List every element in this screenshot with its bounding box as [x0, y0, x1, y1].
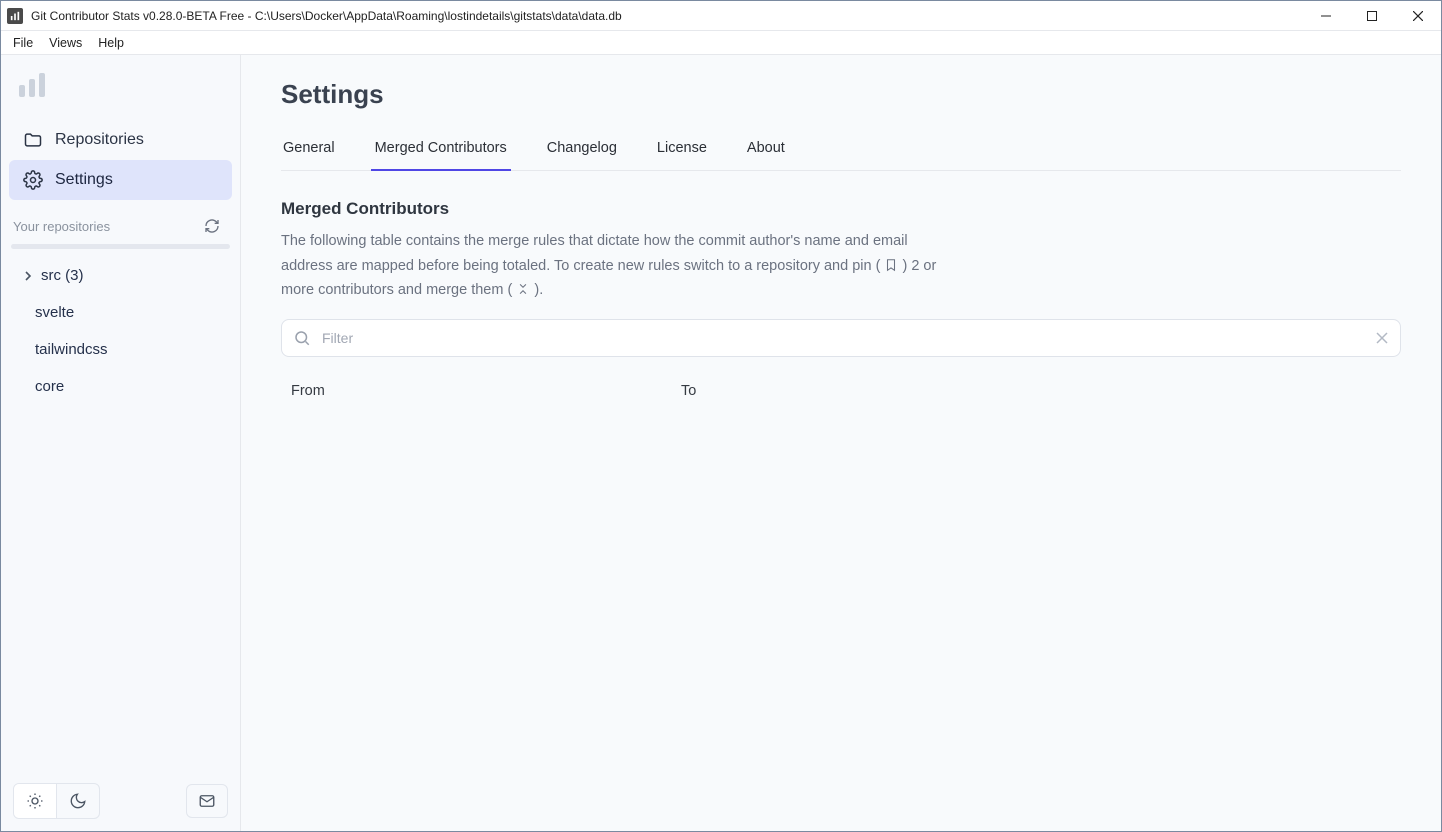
- folder-icon: [23, 130, 43, 150]
- menu-help[interactable]: Help: [90, 34, 132, 52]
- repo-item-svelte[interactable]: svelte: [9, 294, 232, 331]
- refresh-icon[interactable]: [204, 218, 220, 234]
- chevron-right-icon: [21, 269, 35, 283]
- tab-changelog[interactable]: Changelog: [545, 132, 619, 170]
- window-title: Git Contributor Stats v0.28.0-BETA Free …: [31, 9, 622, 23]
- section-description: The following table contains the merge r…: [281, 229, 961, 303]
- sidebar-item-repositories[interactable]: Repositories: [9, 120, 232, 160]
- settings-tabs: General Merged Contributors Changelog Li…: [281, 132, 1401, 171]
- mail-icon: [198, 792, 216, 810]
- tab-general[interactable]: General: [281, 132, 337, 170]
- sidebar: Repositories Settings Your repositories …: [1, 55, 241, 831]
- search-icon: [293, 329, 311, 347]
- repo-item-core[interactable]: core: [9, 368, 232, 405]
- repo-label: core: [35, 378, 64, 395]
- column-from[interactable]: From: [291, 383, 681, 399]
- clear-icon[interactable]: [1375, 331, 1389, 345]
- sun-icon: [26, 792, 44, 810]
- logo-icon: [9, 67, 232, 120]
- tab-about[interactable]: About: [745, 132, 787, 170]
- menubar: File Views Help: [1, 31, 1441, 55]
- filter-input[interactable]: [281, 319, 1401, 357]
- sidebar-item-label: Repositories: [55, 131, 144, 149]
- your-repositories-label: Your repositories: [13, 219, 110, 234]
- main-content: Settings General Merged Contributors Cha…: [241, 55, 1441, 831]
- menu-file[interactable]: File: [5, 34, 41, 52]
- tab-merged-contributors[interactable]: Merged Contributors: [373, 132, 509, 170]
- sidebar-item-label: Settings: [55, 171, 113, 189]
- moon-icon: [69, 792, 87, 810]
- app-icon: [7, 8, 23, 24]
- merge-icon: [516, 282, 530, 296]
- sidebar-item-settings[interactable]: Settings: [9, 160, 232, 200]
- table-header: From To: [281, 383, 1401, 399]
- repo-item-tailwindcss[interactable]: tailwindcss: [9, 331, 232, 368]
- repo-group-src[interactable]: src (3): [9, 257, 232, 294]
- repo-label: tailwindcss: [35, 341, 108, 358]
- bookmark-icon: [884, 258, 898, 272]
- minimize-button[interactable]: [1303, 1, 1349, 30]
- repo-progress-bar: [11, 244, 230, 249]
- page-title: Settings: [281, 79, 1401, 110]
- close-button[interactable]: [1395, 1, 1441, 30]
- theme-light-button[interactable]: [14, 784, 56, 818]
- gear-icon: [23, 170, 43, 190]
- theme-dark-button[interactable]: [57, 784, 99, 818]
- repo-label: svelte: [35, 304, 74, 321]
- tab-license[interactable]: License: [655, 132, 709, 170]
- section-title: Merged Contributors: [281, 199, 1401, 219]
- maximize-button[interactable]: [1349, 1, 1395, 30]
- titlebar: Git Contributor Stats v0.28.0-BETA Free …: [1, 1, 1441, 31]
- feedback-button[interactable]: [186, 784, 228, 818]
- column-to[interactable]: To: [681, 383, 1391, 399]
- menu-views[interactable]: Views: [41, 34, 90, 52]
- repo-label: src (3): [41, 267, 84, 284]
- sidebar-section-label: Your repositories: [9, 200, 232, 240]
- theme-toggle: [13, 783, 100, 819]
